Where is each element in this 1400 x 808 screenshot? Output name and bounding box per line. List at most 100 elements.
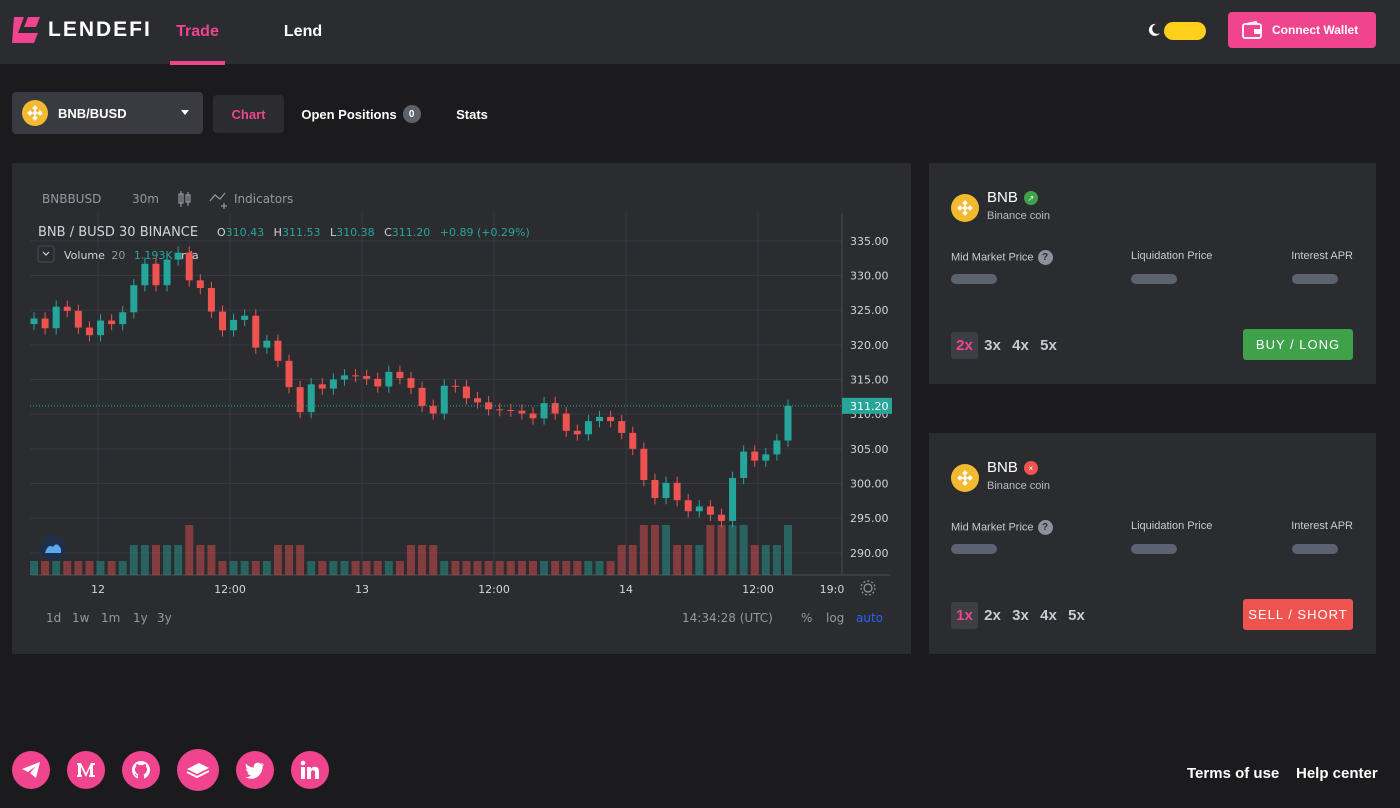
time-tick-label: 12:00 [742,583,774,596]
toolbar-symbol[interactable]: BNBBUSD [42,192,101,206]
interest-apr-loading [1292,274,1338,284]
scale-percent[interactable]: % [801,611,812,625]
pair-selector[interactable]: BNB/BUSD [12,92,203,134]
docs-link[interactable] [177,749,219,791]
telegram-link[interactable] [12,751,50,789]
leverage-2x[interactable]: 2x [951,332,978,359]
nav-trade[interactable]: Trade [170,0,225,64]
candle-body [296,387,304,413]
volume-bar [362,561,371,575]
scale-log[interactable]: log [826,611,844,625]
terms-of-use-link[interactable]: Terms of use [1187,765,1279,782]
volume-bar [63,561,72,575]
help-icon[interactable]: ? [1037,520,1053,535]
candle-body [41,318,49,329]
indicators-icon[interactable] [209,192,227,209]
leverage-4x[interactable]: 4x [1007,332,1034,359]
tab-stats[interactable]: Stats [446,95,498,133]
candle-body [518,410,526,414]
volume-bar [772,545,781,575]
volume-bar [185,525,194,575]
candle-body [596,416,603,422]
connect-wallet-button[interactable]: Connect Wallet [1228,12,1376,48]
help-center-link[interactable]: Help center [1296,765,1378,782]
volume-bar [41,561,50,575]
leverage-1x[interactable]: 1x [951,602,978,629]
volume-bar [285,545,294,575]
sell-short-button[interactable]: SELL / SHORT [1243,599,1353,630]
candle-body [706,506,714,515]
price-axis[interactable]: 335.00330.00325.00320.00315.00310.00305.… [850,235,889,560]
volume-bar [273,545,282,575]
help-icon[interactable]: ? [1037,250,1053,265]
candle-body [185,252,193,281]
leverage-5x[interactable]: 5x [1063,602,1090,629]
time-tick-label: 12:00 [214,583,246,596]
candle-body [629,432,637,449]
candle-body [174,252,182,260]
candle-body [440,385,448,414]
collapse-legend-button[interactable] [37,245,55,263]
medium-link[interactable] [67,751,105,789]
volume-bar [384,561,393,575]
scale-options: % log auto [801,611,883,625]
range-1m[interactable]: 1m [101,611,120,625]
coin-symbol: BNB × [987,459,1038,476]
utc-clock[interactable]: 14:34:28 (UTC) [682,611,773,625]
leverage-selector: 1x 2x 3x 4x 5x [951,602,1091,629]
volume-bar [296,545,305,575]
candle-body [207,288,215,312]
top-bar: LENDEFI Trade Lend Connect Wallet [0,0,1400,65]
tab-open-positions[interactable]: Open Positions 0 [294,95,428,133]
candle-body [119,312,127,325]
tradingview-logo[interactable] [40,535,66,561]
scale-auto[interactable]: auto [856,611,883,625]
volume-bar [684,545,693,575]
candle-body [163,259,171,286]
time-axis[interactable]: 12 12:00 13 12:00 14 12:00 19:0 [91,583,844,596]
price-chart[interactable]: BNBBUSD 30m Indicators BNB / BUSD 30 BIN… [12,163,911,654]
github-link[interactable] [122,751,160,789]
leverage-2x[interactable]: 2x [979,602,1006,629]
settings-gear-icon[interactable] [860,580,876,596]
theme-toggle[interactable] [1164,22,1206,40]
range-1d[interactable]: 1d [46,611,61,625]
leverage-3x[interactable]: 3x [979,332,1006,359]
indicators-button[interactable]: Indicators [234,192,293,206]
candles-type-icon[interactable] [178,191,191,207]
volume-bar [395,561,404,575]
liquidation-price-label: Liquidation Price [1131,250,1213,262]
tab-chart[interactable]: Chart [213,95,284,133]
toolbar-interval[interactable]: 30m [132,192,159,206]
volume-bar [717,525,726,575]
volume-bar [562,561,571,575]
nav-lend[interactable]: Lend [280,0,326,64]
candle-body [196,280,204,289]
leverage-4x[interactable]: 4x [1035,602,1062,629]
volume-bar [517,561,526,575]
range-3y[interactable]: 3y [157,611,172,625]
volume-bar [174,545,183,575]
volume-bar [251,561,260,575]
active-tab-indicator [170,61,225,65]
volume-bar [750,545,759,575]
mid-market-label-text: Mid Market Price [951,251,1034,264]
leverage-5x[interactable]: 5x [1035,332,1062,359]
open-positions-count-badge: 0 [402,105,421,123]
legend-title: BNB / BUSD 30 BINANCE [38,225,198,240]
volume-bar [96,561,105,575]
twitter-link[interactable] [236,751,274,789]
volume-bar [151,545,160,575]
time-tick-label: 19:0 [820,583,845,596]
volume-bar [528,561,537,575]
leverage-3x[interactable]: 3x [1007,602,1034,629]
range-1w[interactable]: 1w [72,611,90,625]
buy-long-button[interactable]: BUY / LONG [1243,329,1353,360]
ohlc-legend: O310.43 H311.53 L310.38 C311.20 +0.89 (+… [217,226,530,239]
candle-body [385,371,393,387]
candle-body [740,451,748,478]
linkedin-link[interactable] [291,751,329,789]
range-1y[interactable]: 1y [133,611,148,625]
lendefi-logo[interactable]: LENDEFI [12,14,152,46]
time-tick-label: 12 [91,583,105,596]
